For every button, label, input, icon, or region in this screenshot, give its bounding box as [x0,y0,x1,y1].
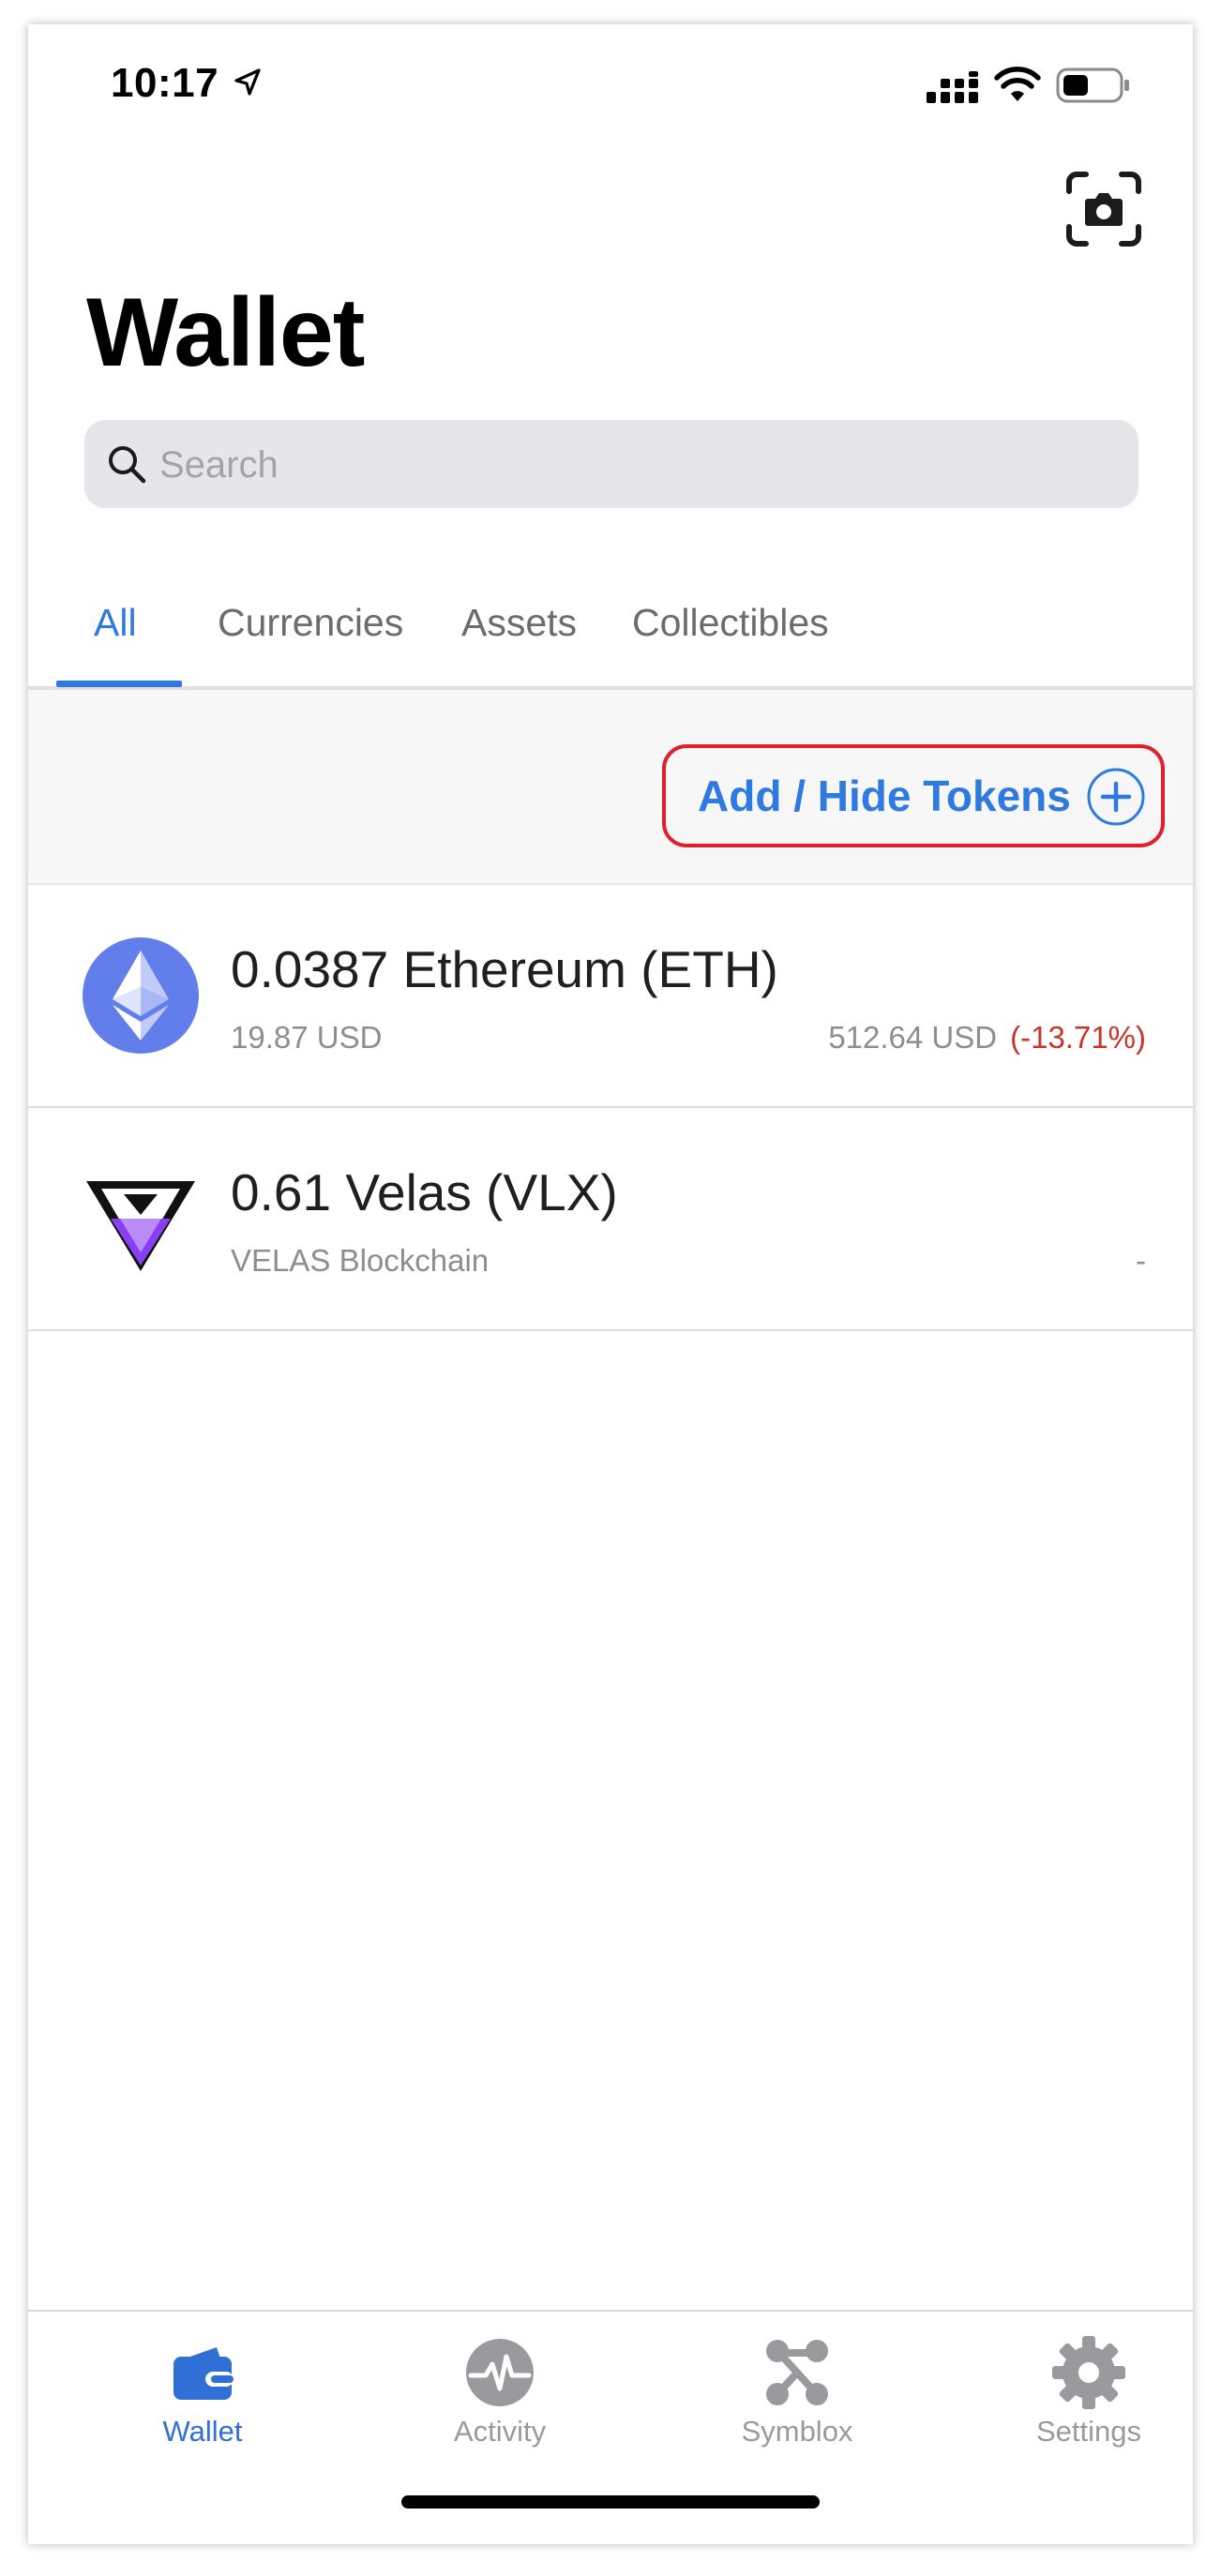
battery-icon [1056,67,1129,103]
asset-price: 512.64 USD (-13.71%) [828,1020,1146,1056]
nav-label: Symblox [741,2415,853,2448]
asset-row-vlx[interactable]: 0.61 Velas (VLX) VELAS Blockchain - [28,1108,1193,1331]
symblox-icon [766,2340,828,2405]
asset-price: - [1136,1243,1146,1278]
tab-assets[interactable]: Assets [461,583,577,662]
wallet-icon [173,2347,234,2400]
tab-all[interactable]: All [94,583,137,662]
ethereum-icon [83,937,199,1054]
gear-icon [1052,2336,1125,2409]
token-actions-bar: Add / Hide Tokens [28,690,1193,885]
nav-symblox[interactable]: Symblox [685,2330,910,2449]
nav-label: Settings [1035,2415,1141,2448]
nav-activity[interactable]: Activity [387,2330,612,2449]
asset-name: 0.61 Velas (VLX) [231,1163,618,1221]
asset-network: VELAS Blockchain [231,1243,490,1278]
asset-balance-usd: 19.87 USD [231,1020,383,1055]
nav-settings[interactable]: Settings [976,2330,1193,2449]
home-indicator [401,2495,820,2509]
wifi-icon [994,67,1041,101]
active-tab-indicator [56,681,182,687]
velas-icon [86,1181,195,1271]
add-hide-tokens-button[interactable]: Add / Hide Tokens [662,744,1165,847]
cellular-signal-icon [927,71,978,103]
add-hide-tokens-label: Add / Hide Tokens [698,771,1071,820]
plus-circle-icon [1087,768,1145,826]
nav-label: Wallet [162,2415,243,2448]
search-bar[interactable] [84,420,1138,510]
activity-icon [466,2339,534,2406]
tab-collectibles[interactable]: Collectibles [632,583,829,662]
search-input[interactable] [158,420,1099,510]
search-icon [109,446,146,484]
tabbar-divider [28,2310,1193,2312]
asset-name: 0.0387 Ethereum (ETH) [231,940,778,998]
tab-currencies[interactable]: Currencies [218,583,403,662]
nav-wallet[interactable]: Wallet [90,2330,315,2449]
location-arrow-icon [234,68,261,96]
app-screen: 10:17 Wallet Search All Currencies Asset… [28,24,1193,2544]
page-title: Wallet [86,278,365,387]
nav-label: Activity [453,2415,547,2448]
asset-price-value: 512.64 USD [828,1020,998,1055]
asset-price-change: (-13.71%) [1010,1020,1146,1055]
asset-row-eth[interactable]: 0.0387 Ethereum (ETH) 19.87 USD 512.64 U… [28,885,1193,1108]
scan-camera-icon[interactable] [1065,171,1142,247]
status-time: 10:17 [111,60,219,106]
